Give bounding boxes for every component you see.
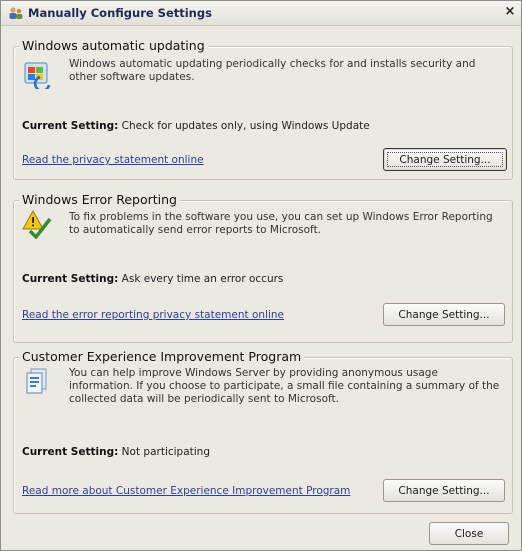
ceip-learn-more-link[interactable]: Read more about Customer Experience Impr… [22, 485, 350, 497]
current-setting-value: Check for updates only, using Windows Up… [121, 120, 370, 132]
ceip-document-icon [26, 368, 47, 394]
current-setting-label: Current Setting: [22, 120, 119, 132]
error-reporting-icon [22, 209, 52, 239]
update-change-setting-button[interactable]: Change Setting... [383, 148, 507, 171]
current-setting-label: Current Setting: [22, 446, 119, 458]
title-bar[interactable]: Manually Configure Settings × [1, 1, 521, 26]
error-reporting-group: Windows Error Reporting To fix problems … [13, 192, 513, 343]
windows-update-description: Windows automatic updating periodically … [69, 58, 476, 83]
ceip-current-setting: Current Setting: Not participating [22, 446, 210, 458]
ceip-group: Customer Experience Improvement Program … [13, 349, 513, 514]
error-reporting-description: To fix problems in the software you use,… [69, 211, 493, 236]
windows-update-group: Windows automatic updating Windows autom… [13, 38, 513, 180]
current-setting-label: Current Setting: [22, 273, 119, 285]
current-setting-value: Ask every time an error occurs [121, 273, 284, 285]
configure-settings-dialog: Manually Configure Settings × Windows au… [0, 0, 522, 551]
error-reporting-change-setting-button[interactable]: Change Setting... [383, 303, 505, 326]
current-setting-value: Not participating [121, 446, 210, 458]
windows-update-group-title: Windows automatic updating [19, 38, 208, 53]
users-settings-icon [9, 7, 23, 19]
ceip-change-setting-button[interactable]: Change Setting... [383, 479, 505, 502]
update-privacy-link[interactable]: Read the privacy statement online [22, 154, 204, 166]
focus-rectangle [387, 152, 503, 167]
ceip-description: You can help improve Windows Server by p… [69, 367, 500, 405]
windows-update-icon [24, 62, 51, 89]
window-title: Manually Configure Settings [28, 6, 212, 20]
ceip-group-title: Customer Experience Improvement Program [19, 349, 305, 364]
windows-update-current-setting: Current Setting: Check for updates only,… [22, 120, 370, 132]
close-window-icon[interactable]: × [503, 4, 517, 20]
close-button[interactable]: Close [429, 522, 509, 545]
error-reporting-privacy-link[interactable]: Read the error reporting privacy stateme… [22, 309, 284, 321]
error-reporting-current-setting: Current Setting: Ask every time an error… [22, 273, 283, 285]
error-reporting-group-title: Windows Error Reporting [19, 192, 180, 207]
